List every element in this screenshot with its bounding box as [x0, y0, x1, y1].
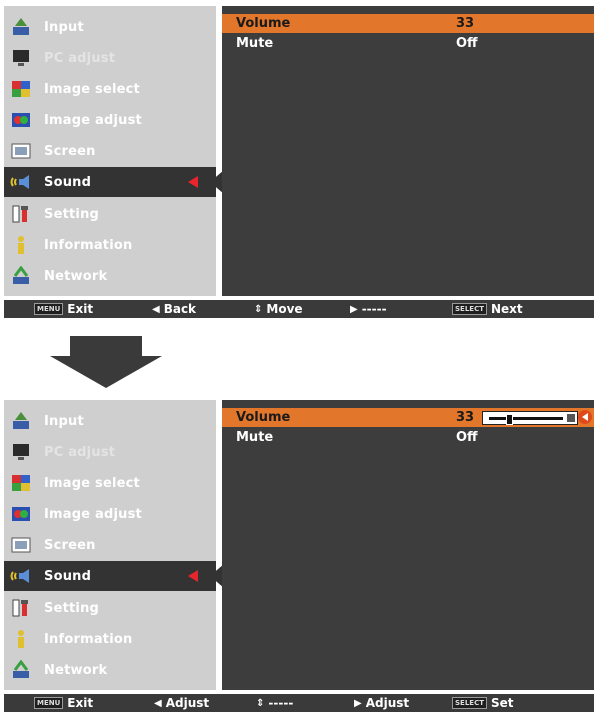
- network-icon: [8, 659, 34, 681]
- menu-item-information[interactable]: Information: [4, 230, 216, 260]
- sound-icon: [8, 171, 34, 193]
- right-arrow-icon: ▶: [354, 697, 362, 709]
- input-icon: [8, 16, 34, 38]
- network-icon: [8, 265, 34, 287]
- menu-item-image-adjust[interactable]: Image adjust: [4, 105, 216, 135]
- information-icon: [8, 628, 34, 650]
- adjust-arrows-icon: [578, 410, 592, 424]
- guide-exit: MENU Exit: [34, 694, 93, 712]
- menu-item-pc-adjust[interactable]: PC adjust: [4, 437, 216, 467]
- active-arrow-icon: [188, 570, 198, 582]
- up-down-arrow-icon: ⇕: [256, 697, 265, 709]
- guide-bar: MENU Exit ◀ Adjust ⇕ ----- ▶ Adjust SELECT Se…: [4, 694, 594, 712]
- guide-adjust-left: ◀ Adjust: [154, 696, 210, 710]
- menu-item-input[interactable]: Input: [4, 12, 216, 42]
- select-key-icon: SELECT: [452, 697, 487, 709]
- menu-item-screen[interactable]: Screen: [4, 136, 216, 166]
- image-select-icon: [8, 78, 34, 100]
- up-down-arrow-icon: ⇕: [254, 303, 263, 315]
- menu-item-image-select[interactable]: Image select: [4, 74, 216, 104]
- screen-icon: [8, 140, 34, 162]
- guide-back: ◀ Back: [152, 302, 197, 316]
- menu-item-sound[interactable]: Sound: [4, 561, 224, 591]
- menu-key-icon: MENU: [34, 303, 64, 315]
- guide-bar: MENU Exit ◀ Back ⇕ Move ▶ ----- SELECT Next: [4, 300, 594, 318]
- image-select-icon: [8, 472, 34, 494]
- guide-move: ⇕ Move: [254, 302, 303, 316]
- menu-item-network[interactable]: Network: [4, 261, 216, 291]
- information-icon: [8, 234, 34, 256]
- guide-move: ⇕ -----: [256, 696, 294, 710]
- volume-slider[interactable]: [482, 411, 578, 425]
- image-adjust-icon: [8, 503, 34, 525]
- menu-item-image-adjust[interactable]: Image adjust: [4, 499, 216, 529]
- volume-row[interactable]: Volume 33: [222, 408, 594, 427]
- main-menu-sidebar: Input PC adjust Image select Image adjus…: [4, 6, 224, 296]
- pc-adjust-icon: [8, 47, 34, 69]
- mute-row[interactable]: Mute Off: [222, 428, 594, 447]
- left-arrow-icon: ◀: [154, 697, 162, 709]
- menu-key-icon: MENU: [34, 697, 64, 709]
- volume-slider-knob[interactable]: [506, 414, 513, 425]
- guide-exit: MENU Exit: [34, 300, 93, 318]
- pc-adjust-icon: [8, 441, 34, 463]
- volume-slider-track: [489, 417, 563, 420]
- guide-next: SELECT Next: [452, 300, 523, 318]
- setting-icon: [8, 203, 34, 225]
- menu-item-information[interactable]: Information: [4, 624, 216, 654]
- down-arrow-icon: [50, 336, 162, 388]
- menu-item-image-select[interactable]: Image select: [4, 468, 216, 498]
- guide-adjust-right: ▶ Adjust: [354, 696, 410, 710]
- active-arrow-icon: [188, 176, 198, 188]
- volume-row[interactable]: Volume 33: [222, 14, 594, 33]
- right-arrow-icon: ▶: [350, 303, 358, 315]
- image-adjust-icon: [8, 109, 34, 131]
- menu-item-sound[interactable]: Sound: [4, 167, 224, 197]
- guide-right: ▶ -----: [350, 302, 387, 316]
- guide-set: SELECT Set: [452, 694, 514, 712]
- sound-icon: [8, 565, 34, 587]
- menu-item-network[interactable]: Network: [4, 655, 216, 685]
- mute-row[interactable]: Mute Off: [222, 34, 594, 53]
- screen-icon: [8, 534, 34, 556]
- setting-icon: [8, 597, 34, 619]
- main-menu-sidebar: Input PC adjust Image select Image adjus…: [4, 400, 224, 690]
- menu-item-input[interactable]: Input: [4, 406, 216, 436]
- input-icon: [8, 410, 34, 432]
- left-arrow-icon: ◀: [152, 303, 160, 315]
- volume-slider-end: [567, 414, 575, 422]
- menu-item-pc-adjust[interactable]: PC adjust: [4, 43, 216, 73]
- menu-item-setting[interactable]: Setting: [4, 199, 216, 229]
- menu-item-screen[interactable]: Screen: [4, 530, 216, 560]
- menu-item-setting[interactable]: Setting: [4, 593, 216, 623]
- select-key-icon: SELECT: [452, 303, 487, 315]
